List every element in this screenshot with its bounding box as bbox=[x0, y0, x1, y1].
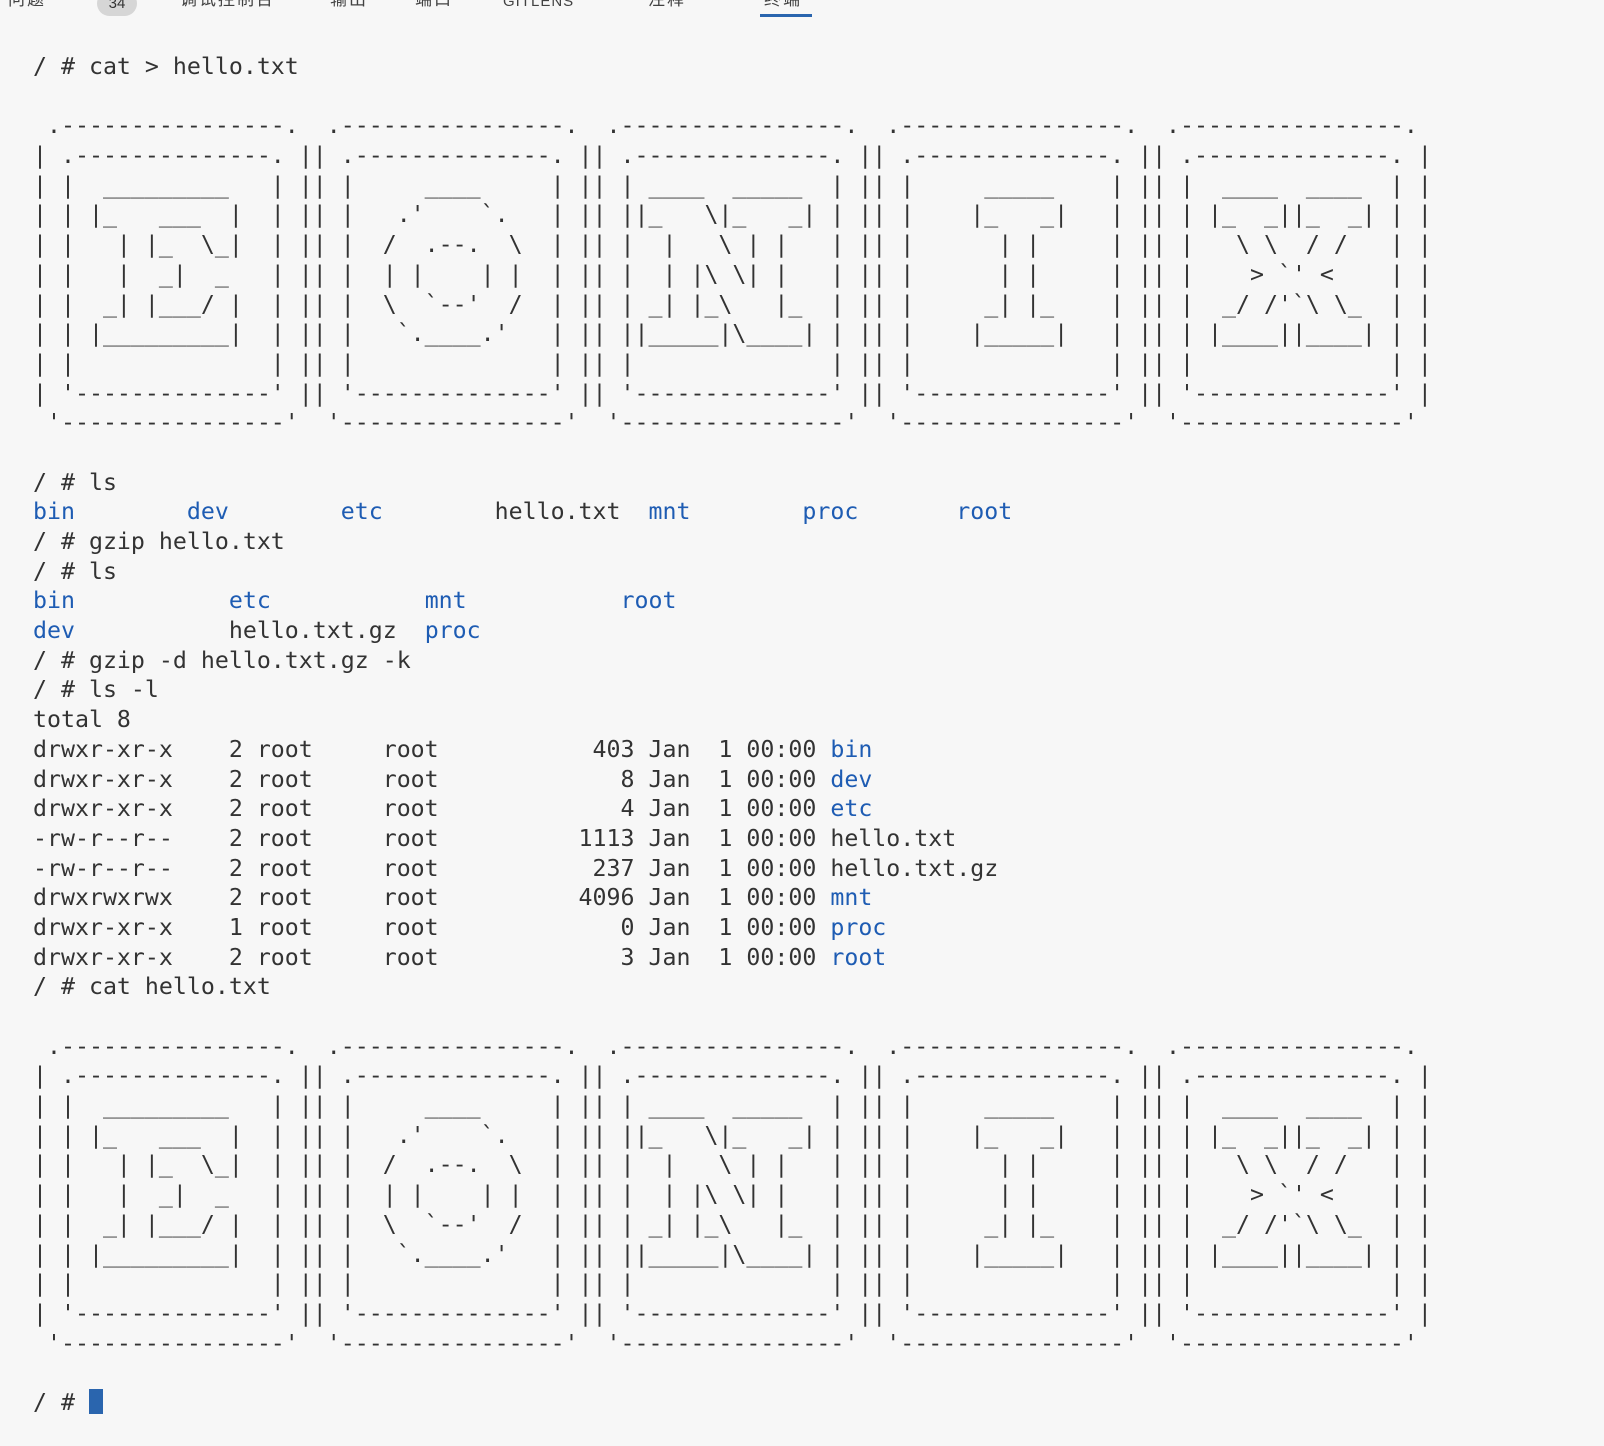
directory-name: etc bbox=[229, 587, 271, 614]
terminal-line: / # ls bbox=[33, 557, 1604, 587]
terminal-line: | .--------------. || .--------------. |… bbox=[33, 1061, 1604, 1091]
terminal-line: / # cat > hello.txt bbox=[33, 52, 1604, 82]
problems-count-badge: 34 bbox=[97, 0, 137, 16]
terminal-line: bin etc mnt root bbox=[33, 586, 1604, 616]
terminal-line: / # bbox=[33, 1388, 1604, 1418]
directory-name: proc bbox=[830, 914, 886, 941]
tab-comments[interactable]: 注释 bbox=[648, 0, 686, 13]
terminal-line: | | _| |___/ | | || | \ `--' / | || | _|… bbox=[33, 1210, 1604, 1240]
terminal-line: | | |_ ___ | | || | .' `. | || ||_ \|_ _… bbox=[33, 200, 1604, 230]
terminal-line: | | |_________| | || | `.____.' | || ||_… bbox=[33, 319, 1604, 349]
directory-name: bin bbox=[830, 736, 872, 763]
directory-name: etc bbox=[341, 498, 383, 525]
directory-name: root bbox=[621, 587, 677, 614]
directory-name: dev bbox=[187, 498, 229, 525]
terminal-line: total 8 bbox=[33, 705, 1604, 735]
terminal-line: / # cat hello.txt bbox=[33, 972, 1604, 1002]
terminal-line: drwxr-xr-x 2 root root 8 Jan 1 00:00 dev bbox=[33, 765, 1604, 795]
terminal-line: | | | |_ \_| | || | / .--. \ | || | | \ … bbox=[33, 1150, 1604, 1180]
directory-name: bin bbox=[33, 498, 75, 525]
tab-terminal[interactable]: 终端 bbox=[764, 0, 802, 13]
terminal-panel[interactable]: / # cat > hello.txt .----------------. .… bbox=[0, 18, 1604, 1418]
tab-problems[interactable]: 问题 bbox=[8, 0, 46, 13]
terminal-line: dev hello.txt.gz proc bbox=[33, 616, 1604, 646]
terminal-line: -rw-r--r-- 2 root root 1113 Jan 1 00:00 … bbox=[33, 824, 1604, 854]
terminal-line: | | | _| _ | || | | | | | | || | | |\ \|… bbox=[33, 260, 1604, 290]
terminal-line: | | _________ | || | ____ | || | ____ __… bbox=[33, 171, 1604, 201]
active-tab-indicator bbox=[760, 14, 812, 17]
terminal-line: | .--------------. || .--------------. |… bbox=[33, 141, 1604, 171]
terminal-line: .----------------. .----------------. .-… bbox=[33, 111, 1604, 141]
terminal-cursor bbox=[89, 1389, 103, 1414]
directory-name: mnt bbox=[830, 884, 872, 911]
terminal-line bbox=[33, 1002, 1604, 1032]
terminal-line: -rw-r--r-- 2 root root 237 Jan 1 00:00 h… bbox=[33, 854, 1604, 884]
panel-tab-bar: 问题 34 调试控制台 输出 端口 GITLENS 注释 终端 bbox=[0, 0, 1604, 18]
directory-name: root bbox=[956, 498, 1012, 525]
terminal-line: | '--------------' || '--------------' |… bbox=[33, 1299, 1604, 1329]
tab-ports[interactable]: 端口 bbox=[415, 0, 453, 13]
terminal-line: '----------------' '----------------' '-… bbox=[33, 1329, 1604, 1359]
terminal-line bbox=[33, 82, 1604, 112]
directory-name: mnt bbox=[425, 587, 467, 614]
terminal-line: | | | |_ \_| | || | / .--. \ | || | | \ … bbox=[33, 230, 1604, 260]
terminal-line: drwxrwxrwx 2 root root 4096 Jan 1 00:00 … bbox=[33, 883, 1604, 913]
terminal-line bbox=[33, 438, 1604, 468]
terminal-line bbox=[33, 1358, 1604, 1388]
terminal-line: | | _________ | || | ____ | || | ____ __… bbox=[33, 1091, 1604, 1121]
terminal-line: drwxr-xr-x 1 root root 0 Jan 1 00:00 pro… bbox=[33, 913, 1604, 943]
directory-name: mnt bbox=[649, 498, 691, 525]
terminal-line: bin dev etc hello.txt mnt proc root bbox=[33, 497, 1604, 527]
directory-name: proc bbox=[425, 617, 481, 644]
directory-name: root bbox=[830, 944, 886, 971]
terminal-line: / # ls -l bbox=[33, 675, 1604, 705]
terminal-line: / # ls bbox=[33, 468, 1604, 498]
terminal-line: | | _| |___/ | | || | \ `--' / | || | _|… bbox=[33, 290, 1604, 320]
directory-name: bin bbox=[33, 587, 75, 614]
directory-name: dev bbox=[33, 617, 75, 644]
terminal-line: '----------------' '----------------' '-… bbox=[33, 408, 1604, 438]
directory-name: dev bbox=[830, 766, 872, 793]
terminal-line: drwxr-xr-x 2 root root 4 Jan 1 00:00 etc bbox=[33, 794, 1604, 824]
directory-name: proc bbox=[802, 498, 858, 525]
directory-name: etc bbox=[830, 795, 872, 822]
terminal-line: / # gzip -d hello.txt.gz -k bbox=[33, 646, 1604, 676]
terminal-line: | '--------------' || '--------------' |… bbox=[33, 379, 1604, 409]
terminal-line: .----------------. .----------------. .-… bbox=[33, 1032, 1604, 1062]
tab-debug-console[interactable]: 调试控制台 bbox=[180, 0, 275, 13]
tab-output[interactable]: 输出 bbox=[330, 0, 368, 13]
tab-gitlens[interactable]: GITLENS bbox=[503, 0, 574, 15]
terminal-line: | | | _| _ | || | | | | | | || | | |\ \|… bbox=[33, 1180, 1604, 1210]
terminal-line: | | | || | | || | | || | | || | | | bbox=[33, 1269, 1604, 1299]
terminal-line: | | | || | | || | | || | | || | | | bbox=[33, 349, 1604, 379]
terminal-line: / # gzip hello.txt bbox=[33, 527, 1604, 557]
terminal-line: drwxr-xr-x 2 root root 403 Jan 1 00:00 b… bbox=[33, 735, 1604, 765]
terminal-line: | | |_________| | || | `.____.' | || ||_… bbox=[33, 1240, 1604, 1270]
terminal-line: | | |_ ___ | | || | .' `. | || ||_ \|_ _… bbox=[33, 1121, 1604, 1151]
terminal-line: drwxr-xr-x 2 root root 3 Jan 1 00:00 roo… bbox=[33, 943, 1604, 973]
